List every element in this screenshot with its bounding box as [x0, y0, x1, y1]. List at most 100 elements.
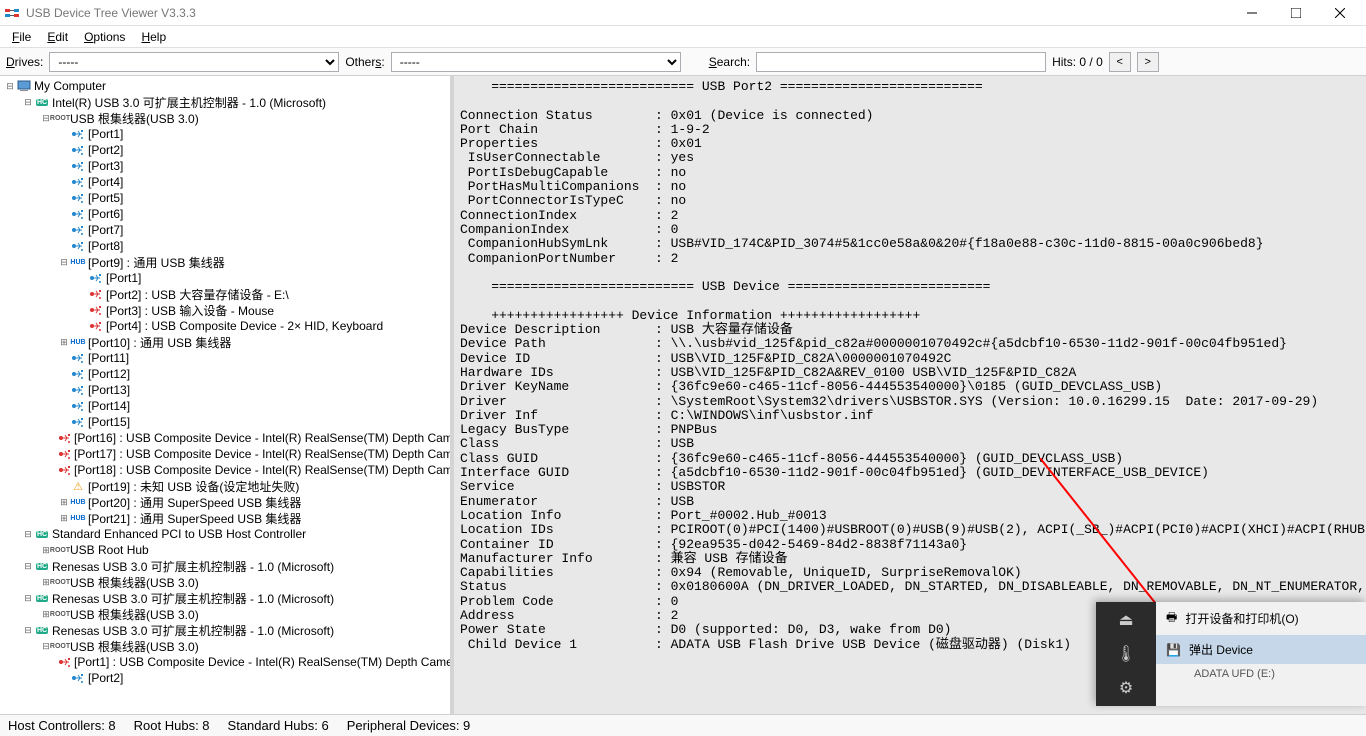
root-icon: ROOT: [52, 575, 68, 589]
port-icon: [70, 367, 86, 381]
tree-row[interactable]: ⊟HCRenesas USB 3.0 可扩展主机控制器 - 1.0 (Micro…: [4, 590, 450, 606]
tree-toggle[interactable]: ⊟: [22, 561, 34, 572]
tree-row[interactable]: [Port1]: [4, 126, 450, 142]
tree-toggle[interactable]: ⊟: [58, 257, 70, 268]
tree-row[interactable]: [Port4]: [4, 174, 450, 190]
tree-label: [Port16] : USB Composite Device - Intel(…: [74, 431, 454, 445]
tree-row[interactable]: [Port6]: [4, 206, 450, 222]
host-icon: HC: [34, 591, 50, 605]
portd-icon: [88, 303, 104, 317]
tree-label: [Port1] : USB Composite Device - Intel(R…: [74, 655, 454, 669]
tree-toggle[interactable]: ⊞: [58, 337, 70, 348]
tree-label: [Port7]: [88, 223, 123, 237]
close-button[interactable]: [1318, 0, 1362, 26]
tree-row[interactable]: ⊟HCRenesas USB 3.0 可扩展主机控制器 - 1.0 (Micro…: [4, 622, 450, 638]
tree-row[interactable]: [Port3]: [4, 158, 450, 174]
tree-row[interactable]: ⊟ROOTUSB 根集线器(USB 3.0): [4, 110, 450, 126]
tree-toggle[interactable]: ⊟: [22, 593, 34, 604]
tree-row[interactable]: [Port7]: [4, 222, 450, 238]
next-hit-button[interactable]: >: [1137, 52, 1159, 72]
tree-row[interactable]: [Port3] : USB 输入设备 - Mouse: [4, 302, 450, 318]
host-icon: HC: [34, 559, 50, 573]
others-select[interactable]: -----: [391, 52, 681, 72]
tree-label: [Port18] : USB Composite Device - Intel(…: [74, 463, 454, 477]
tree-toggle[interactable]: ⊞: [58, 497, 70, 508]
temperature-icon[interactable]: 🌡: [1116, 644, 1136, 664]
minimize-button[interactable]: [1230, 0, 1274, 26]
device-tree-pane[interactable]: ⊟My Computer⊟HCIntel(R) USB 3.0 可扩展主机控制器…: [0, 76, 454, 714]
tree-row[interactable]: [Port1]: [4, 270, 450, 286]
tree-toggle[interactable]: ⊞: [58, 513, 70, 524]
tree-row[interactable]: ⊞HUB[Port21] : 通用 SuperSpeed USB 集线器: [4, 510, 450, 526]
tree-row[interactable]: [Port2]: [4, 142, 450, 158]
tree-row[interactable]: [Port5]: [4, 190, 450, 206]
tree-row[interactable]: [Port12]: [4, 366, 450, 382]
tree-label: [Port4]: [88, 175, 123, 189]
tray-open-devices[interactable]: 🖶 打开设备和打印机(O): [1156, 602, 1366, 635]
tree-row[interactable]: ⊟HCIntel(R) USB 3.0 可扩展主机控制器 - 1.0 (Micr…: [4, 94, 450, 110]
tree-label: [Port6]: [88, 207, 123, 221]
tree-row[interactable]: ⊞ROOTUSB 根集线器(USB 3.0): [4, 606, 450, 622]
tree-row[interactable]: [Port8]: [4, 238, 450, 254]
tray-eject-subitem[interactable]: ADATA UFD (E:): [1156, 664, 1366, 684]
tree-row[interactable]: [Port13]: [4, 382, 450, 398]
tree-label: [Port1]: [106, 271, 141, 285]
tree-label: My Computer: [34, 79, 106, 93]
tree-row[interactable]: [Port17] : USB Composite Device - Intel(…: [4, 446, 450, 462]
tree-row[interactable]: [Port15]: [4, 414, 450, 430]
tree-row[interactable]: [Port18] : USB Composite Device - Intel(…: [4, 462, 450, 478]
tree-row[interactable]: [Port2]: [4, 670, 450, 686]
tree-label: [Port4] : USB Composite Device - 2× HID,…: [106, 319, 383, 333]
tray-popup: ⏏ 🌡 ⚙ 🖶 打开设备和打印机(O) 💾 弹出 Device ADATA UF…: [1096, 602, 1366, 706]
tree-row[interactable]: ⊟ROOTUSB 根集线器(USB 3.0): [4, 638, 450, 654]
hits-text: Hits: 0 / 0: [1052, 55, 1103, 69]
tree-toggle[interactable]: ⊟: [22, 625, 34, 636]
tree-row[interactable]: ⊟HUB[Port9] : 通用 USB 集线器: [4, 254, 450, 270]
tree-row[interactable]: ⊟HCRenesas USB 3.0 可扩展主机控制器 - 1.0 (Micro…: [4, 558, 450, 574]
drives-select[interactable]: -----: [49, 52, 339, 72]
port-icon: [70, 191, 86, 205]
tray-eject-device[interactable]: 💾 弹出 Device: [1156, 635, 1366, 664]
port-icon: [70, 415, 86, 429]
tree-row[interactable]: [Port1] : USB Composite Device - Intel(R…: [4, 654, 450, 670]
settings-icon[interactable]: ⚙: [1119, 678, 1133, 698]
tree-row[interactable]: [Port4] : USB Composite Device - 2× HID,…: [4, 318, 450, 334]
eject-icon[interactable]: ⏏: [1118, 610, 1133, 630]
tree-toggle[interactable]: ⊟: [22, 97, 34, 108]
tree-toggle[interactable]: ⊟: [4, 81, 16, 92]
menu-file[interactable]: File: [4, 28, 39, 46]
status-host-controllers: Host Controllers: 8: [8, 718, 116, 733]
host-icon: HC: [34, 95, 50, 109]
tree-row[interactable]: ⊞HUB[Port10] : 通用 USB 集线器: [4, 334, 450, 350]
search-input[interactable]: [756, 52, 1046, 72]
menu-edit[interactable]: Edit: [39, 28, 76, 46]
hub-icon: HUB: [70, 255, 86, 269]
tree-row[interactable]: [Port11]: [4, 350, 450, 366]
port-icon: [70, 159, 86, 173]
tree-label: [Port3] : USB 输入设备 - Mouse: [106, 302, 274, 319]
tree-row[interactable]: [Port16] : USB Composite Device - Intel(…: [4, 430, 450, 446]
port-icon: [70, 383, 86, 397]
tree-label: Intel(R) USB 3.0 可扩展主机控制器 - 1.0 (Microso…: [52, 94, 326, 111]
tree-row[interactable]: ⊞HUB[Port20] : 通用 SuperSpeed USB 集线器: [4, 494, 450, 510]
status-root-hubs: Root Hubs: 8: [134, 718, 210, 733]
tree-label: [Port1]: [88, 127, 123, 141]
tree-label: USB 根集线器(USB 3.0): [70, 606, 199, 623]
menu-help[interactable]: Help: [133, 28, 174, 46]
others-label: Others:: [345, 55, 384, 69]
root-icon: ROOT: [52, 607, 68, 621]
tree-row[interactable]: ⊞ROOTUSB 根集线器(USB 3.0): [4, 574, 450, 590]
tree-row[interactable]: ⊟HCStandard Enhanced PCI to USB Host Con…: [4, 526, 450, 542]
prev-hit-button[interactable]: <: [1109, 52, 1131, 72]
tree-label: Renesas USB 3.0 可扩展主机控制器 - 1.0 (Microsof…: [52, 622, 334, 639]
maximize-button[interactable]: [1274, 0, 1318, 26]
tree-row[interactable]: [Port2] : USB 大容量存储设备 - E:\: [4, 286, 450, 302]
printer-icon: 🖶: [1166, 608, 1177, 629]
tree-row[interactable]: ⊟ My Computer: [4, 78, 450, 94]
tree-toggle[interactable]: ⊟: [22, 529, 34, 540]
tree-row[interactable]: ⊞ROOTUSB Root Hub: [4, 542, 450, 558]
tree-row[interactable]: [Port14]: [4, 398, 450, 414]
menu-options[interactable]: Options: [76, 28, 133, 46]
port-icon: [88, 271, 104, 285]
tree-row[interactable]: ⚠[Port19] : 未知 USB 设备(设定地址失败): [4, 478, 450, 494]
